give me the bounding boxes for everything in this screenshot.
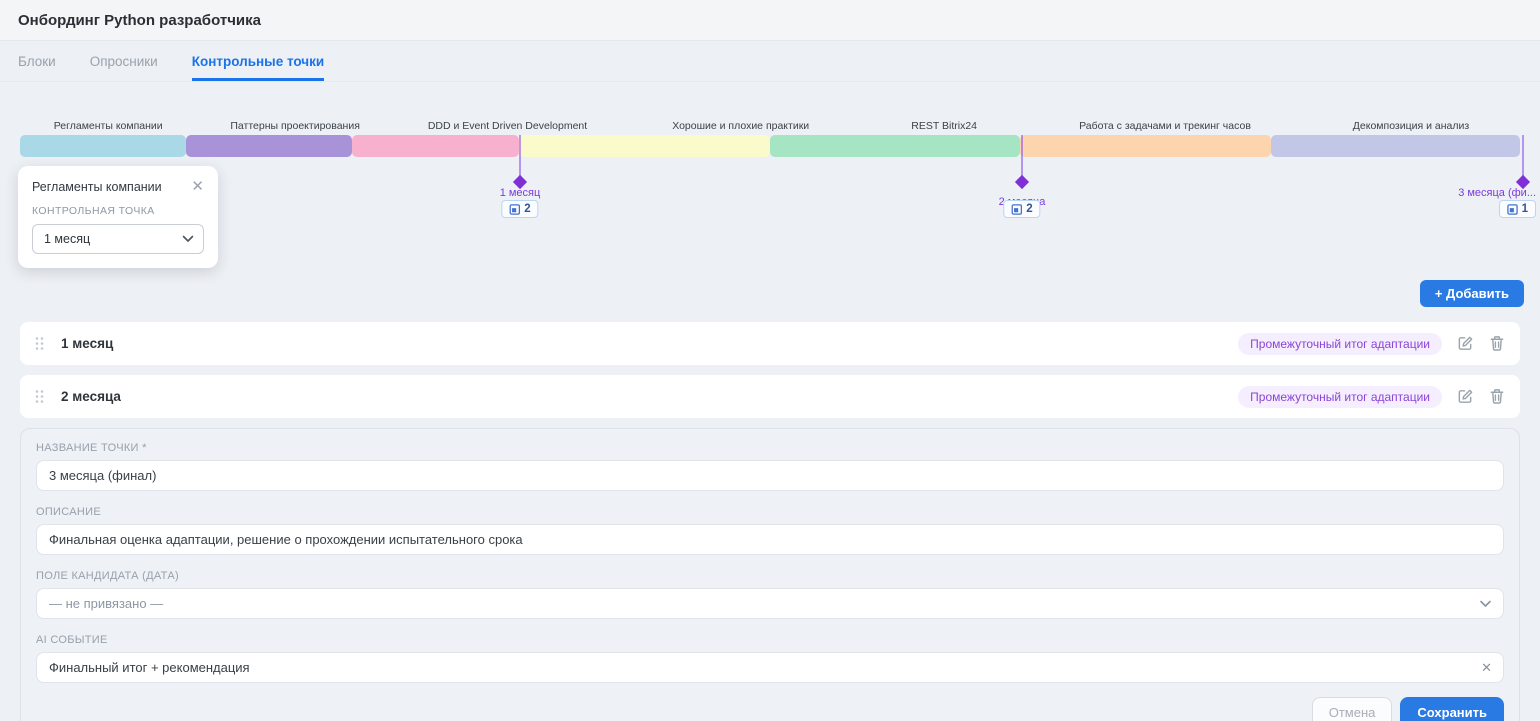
- segment-label: DDD и Event Driven Development: [394, 120, 621, 133]
- checkpoint-row-2[interactable]: 2 месяца Промежуточный итог адаптации: [20, 375, 1520, 418]
- form-actions: Отмена Сохранить: [36, 697, 1504, 721]
- status-badge: Промежуточный итог адаптации: [1238, 386, 1442, 408]
- ai-event-field-wrap: ✕: [36, 652, 1504, 683]
- timeline-segment-patterny[interactable]: [186, 135, 353, 157]
- timeline-segment-dekompozicia[interactable]: [1271, 135, 1521, 157]
- checkpoint-select[interactable]: 1 месяц: [32, 224, 204, 254]
- drag-handle-icon[interactable]: [35, 336, 44, 351]
- tab-blocks[interactable]: Блоки: [18, 41, 56, 81]
- candidate-date-select-value: — не привязано —: [49, 596, 163, 611]
- segment-label: REST Bitrix24: [860, 120, 1028, 133]
- cancel-button[interactable]: Отмена: [1312, 697, 1393, 721]
- marker-line: [1522, 135, 1524, 180]
- save-button[interactable]: Сохранить: [1400, 697, 1504, 721]
- checkpoint-edit-form: НАЗВАНИЕ ТОЧКИ * ОПИСАНИЕ ПОЛЕ КАНДИДАТА…: [20, 428, 1520, 721]
- timeline-segment-reglamenty[interactable]: [20, 135, 186, 157]
- segment-label: Хорошие и плохие практики: [621, 120, 860, 133]
- timeline-segment-praktiki[interactable]: [519, 135, 770, 157]
- tab-bar: Блоки Опросники Контрольные точки: [0, 41, 1540, 82]
- survey-icon: [1507, 204, 1518, 215]
- survey-icon: [1011, 204, 1022, 215]
- edit-icon: [1457, 388, 1474, 405]
- name-field-label: НАЗВАНИЕ ТОЧКИ *: [36, 442, 1504, 454]
- edit-button[interactable]: [1457, 335, 1474, 352]
- add-row: + Добавить: [0, 280, 1524, 307]
- candidate-date-select[interactable]: — не привязано —: [36, 588, 1504, 619]
- checkpoint-list: 1 месяц Промежуточный итог адаптации 2 м…: [20, 322, 1520, 418]
- popup-field-label: КОНТРОЛЬНАЯ ТОЧКА: [32, 205, 204, 217]
- timeline-segment-ddd[interactable]: [352, 135, 519, 157]
- page: Онбординг Python разработчика Блоки Опро…: [0, 0, 1540, 721]
- candidate-date-select-wrap: — не привязано —: [36, 588, 1504, 619]
- segment-label: Паттерны проектирования: [196, 120, 393, 133]
- checkpoint-name: 2 месяца: [61, 389, 121, 404]
- add-checkpoint-button[interactable]: + Добавить: [1420, 280, 1524, 307]
- page-title: Онбординг Python разработчика: [18, 12, 261, 29]
- marker-survey-chip[interactable]: 1: [1499, 200, 1536, 218]
- marker-survey-chip[interactable]: 2: [501, 200, 538, 218]
- tab-checkpoints[interactable]: Контрольные точки: [192, 41, 324, 81]
- name-field[interactable]: [36, 460, 1504, 491]
- block-checkpoint-popup: Регламенты компании ✕ КОНТРОЛЬНАЯ ТОЧКА …: [18, 166, 218, 268]
- description-field-label: ОПИСАНИЕ: [36, 506, 1504, 518]
- candidate-date-field-label: ПОЛЕ КАНДИДАТА (ДАТА): [36, 570, 1504, 582]
- survey-icon: [509, 204, 520, 215]
- marker-diamond-icon[interactable]: [1015, 175, 1029, 189]
- description-field[interactable]: [36, 524, 1504, 555]
- marker-line: [1021, 135, 1023, 180]
- timeline: Регламенты компании Паттерны проектирова…: [20, 120, 1520, 220]
- ai-event-field-label: AI СОБЫТИЕ: [36, 634, 1504, 646]
- popup-title: Регламенты компании: [32, 180, 162, 194]
- segment-label: Работа с задачами и трекинг часов: [1028, 120, 1302, 133]
- timeline-segment-rest[interactable]: [770, 135, 1021, 157]
- trash-icon: [1489, 388, 1505, 405]
- chevron-down-icon: [182, 235, 194, 243]
- marker-line: [519, 135, 521, 180]
- drag-handle-icon[interactable]: [35, 389, 44, 404]
- marker-survey-chip[interactable]: 2: [1003, 200, 1040, 218]
- clear-icon[interactable]: ✕: [1481, 652, 1492, 683]
- delete-button[interactable]: [1489, 335, 1505, 352]
- marker-survey-count: 1: [1522, 203, 1528, 215]
- marker-survey-count: 2: [1026, 203, 1032, 215]
- marker-survey-count: 2: [524, 203, 530, 215]
- chevron-down-icon: [1479, 588, 1492, 619]
- popup-header: Регламенты компании ✕: [32, 179, 204, 194]
- app-header: Онбординг Python разработчика: [0, 0, 1540, 41]
- marker-label: 1 месяц: [500, 187, 541, 199]
- timeline-bar: [20, 135, 1520, 157]
- checkpoint-select-value: 1 месяц: [44, 232, 90, 246]
- delete-button[interactable]: [1489, 388, 1505, 405]
- close-icon[interactable]: ✕: [191, 179, 204, 194]
- segment-label: Регламенты компании: [20, 120, 196, 133]
- trash-icon: [1489, 335, 1505, 352]
- ai-event-field[interactable]: [36, 652, 1504, 683]
- checkpoint-row-1[interactable]: 1 месяц Промежуточный итог адаптации: [20, 322, 1520, 365]
- status-badge: Промежуточный итог адаптации: [1238, 333, 1442, 355]
- edit-icon: [1457, 335, 1474, 352]
- segment-label: Декомпозиция и анализ: [1302, 120, 1520, 133]
- edit-button[interactable]: [1457, 388, 1474, 405]
- tab-surveys[interactable]: Опросники: [90, 41, 158, 81]
- timeline-labels: Регламенты компании Паттерны проектирова…: [20, 120, 1520, 133]
- marker-label: 3 месяца (фи...: [1458, 187, 1536, 199]
- timeline-segment-zadachi[interactable]: [1020, 135, 1271, 157]
- checkpoint-name: 1 месяц: [61, 336, 113, 351]
